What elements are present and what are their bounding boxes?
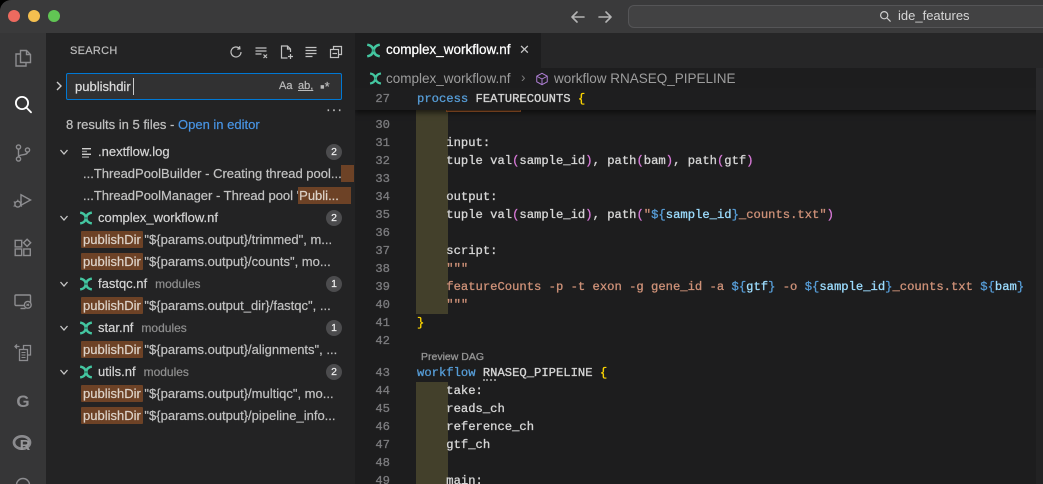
svg-text:R: R <box>20 438 31 454</box>
svg-text:G: G <box>16 392 29 411</box>
